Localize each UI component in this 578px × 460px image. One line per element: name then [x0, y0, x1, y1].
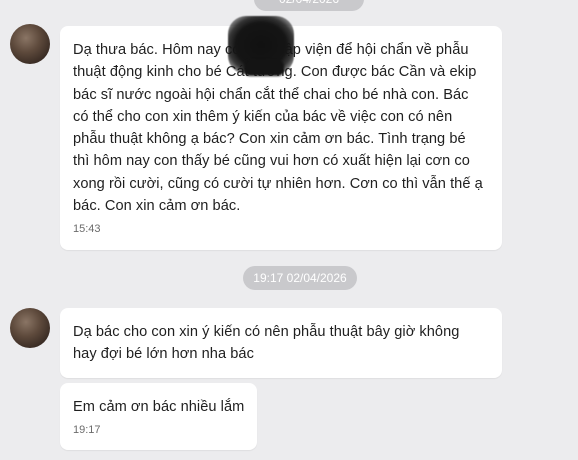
sender-avatar[interactable]: [10, 24, 50, 64]
message-bubble[interactable]: Dạ bác cho con xin ý kiến có nên phẫu th…: [60, 308, 502, 378]
redaction-mark: [244, 60, 284, 76]
date-separator: 19:17 02/04/2026: [243, 266, 357, 290]
message-bubble[interactable]: Em cảm ơn bác nhiều lắm 19:17: [60, 383, 257, 450]
message-time: 15:43: [73, 223, 101, 236]
message-text: Em cảm ơn bác nhiều lắm: [73, 399, 245, 415]
message-text: Dạ bác cho con xin ý kiến có nên phẫu th…: [73, 324, 460, 363]
sender-avatar[interactable]: [10, 308, 50, 348]
date-separator-top: 02/04/2026: [254, 0, 364, 11]
message-time: 19:17: [73, 424, 101, 437]
